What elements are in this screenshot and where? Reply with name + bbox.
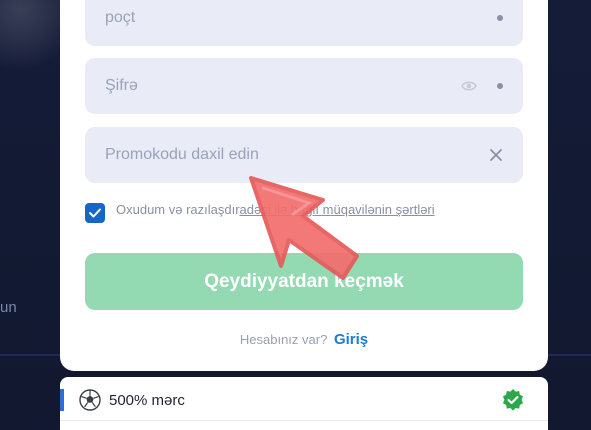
divider <box>60 420 548 421</box>
required-dot-icon <box>497 15 503 21</box>
verified-badge-icon <box>503 389 523 411</box>
password-field[interactable]: Şifrə <box>85 58 523 114</box>
terms-checkbox[interactable] <box>85 203 105 223</box>
email-field[interactable]: poçt <box>85 0 523 46</box>
background-text: un <box>0 299 17 316</box>
have-account-text: Hesabınız var? <box>239 332 328 347</box>
close-icon[interactable] <box>489 148 503 162</box>
bonus-label: 500% mərc <box>109 392 185 409</box>
password-placeholder: Şifrə <box>105 77 138 94</box>
bonus-option[interactable]: 500% mərc <box>60 377 548 430</box>
soccer-ball-icon <box>79 389 101 411</box>
promo-code-placeholder: Promokodu daxil edin <box>105 146 259 163</box>
eye-icon[interactable] <box>461 80 477 92</box>
pointer-cursor-icon <box>249 176 359 280</box>
required-dot-icon <box>497 83 503 89</box>
email-placeholder: poçt <box>105 9 136 26</box>
login-link[interactable]: Giriş <box>334 331 368 348</box>
checkmark-icon <box>89 208 101 218</box>
terms-text-start: Oxudum və razılaşdır <box>116 202 240 217</box>
selected-indicator <box>60 389 64 411</box>
login-prompt: Hesabınız var? Giriş <box>60 331 548 348</box>
